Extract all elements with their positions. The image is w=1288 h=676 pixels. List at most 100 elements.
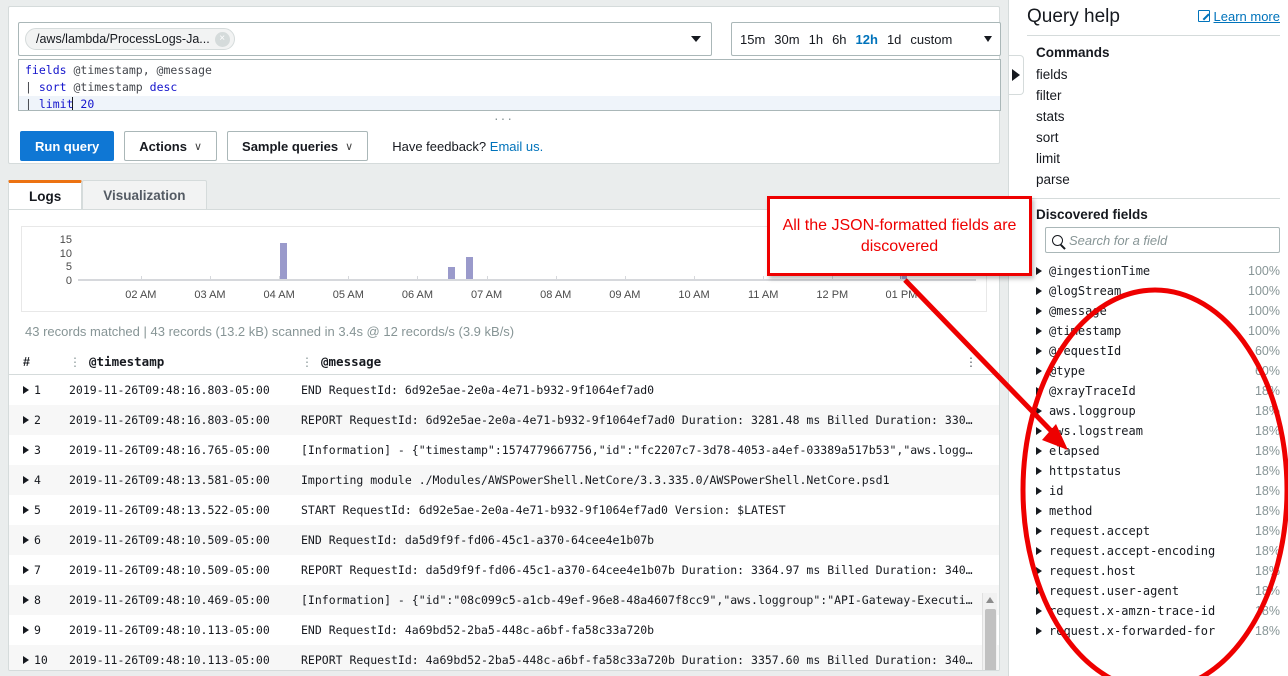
discovered-field-item[interactable]: elapsed18% [1009,441,1288,461]
learn-more-link[interactable]: Learn more [1198,9,1280,24]
expand-row-icon[interactable] [23,566,29,574]
log-group-token[interactable]: /aws/lambda/ProcessLogs-Ja... × [25,28,235,50]
query-editor[interactable]: fields @timestamp, @message | sort @time… [18,59,1001,111]
row-index-cell[interactable]: 4 [23,473,69,487]
column-header-message[interactable]: ⋮ @message ⋮ [301,354,999,369]
row-index-cell[interactable]: 9 [23,623,69,637]
discovered-field-item[interactable]: @timestamp100% [1009,321,1288,341]
expand-field-icon[interactable] [1036,507,1042,515]
expand-field-icon[interactable] [1036,307,1042,315]
table-row[interactable]: 22019-11-26T09:48:16.803-05:00REPORT Req… [9,405,999,435]
row-index-cell[interactable]: 5 [23,503,69,517]
actions-button[interactable]: Actions ∨ [124,131,217,161]
command-sort[interactable]: sort [1009,127,1288,148]
expand-field-icon[interactable] [1036,527,1042,535]
expand-field-icon[interactable] [1036,387,1042,395]
expand-field-icon[interactable] [1036,427,1042,435]
expand-field-icon[interactable] [1036,627,1042,635]
discovered-field-item[interactable]: @message100% [1009,301,1288,321]
discovered-field-item[interactable]: request.host18% [1009,561,1288,581]
row-index-cell[interactable]: 8 [23,593,69,607]
table-options-icon[interactable]: ⋮ [965,355,977,369]
expand-row-icon[interactable] [23,596,29,604]
discovered-field-item[interactable]: id18% [1009,481,1288,501]
expand-field-icon[interactable] [1036,607,1042,615]
discovered-field-item[interactable]: method18% [1009,501,1288,521]
time-range-selector[interactable]: 15m 30m 1h 6h 12h 1d custom [731,22,1001,56]
chevron-down-icon[interactable] [984,36,992,42]
time-range-12h[interactable]: 12h [856,32,878,47]
sidebar-collapse-toggle[interactable] [1008,55,1024,95]
table-row[interactable]: 92019-11-26T09:48:10.113-05:00END Reques… [9,615,999,645]
row-index-cell[interactable]: 1 [23,383,69,397]
discovered-field-item[interactable]: aws.loggroup18% [1009,401,1288,421]
expand-row-icon[interactable] [23,656,29,664]
discovered-field-item[interactable]: @logStream100% [1009,281,1288,301]
column-header-timestamp[interactable]: ⋮ @timestamp [69,354,301,369]
table-row[interactable]: 82019-11-26T09:48:10.469-05:00[Informati… [9,585,999,615]
expand-field-icon[interactable] [1036,327,1042,335]
table-row[interactable]: 102019-11-26T09:48:10.113-05:00REPORT Re… [9,645,999,671]
email-us-link[interactable]: Email us. [490,139,543,154]
close-icon[interactable]: × [215,32,230,47]
discovered-field-item[interactable]: @requestId60% [1009,341,1288,361]
discovered-field-item[interactable]: @type60% [1009,361,1288,381]
time-range-custom[interactable]: custom [910,32,952,47]
command-fields[interactable]: fields [1009,64,1288,85]
command-limit[interactable]: limit [1009,148,1288,169]
run-query-button[interactable]: Run query [20,131,114,161]
histogram-bar[interactable] [466,257,473,281]
row-index-cell[interactable]: 6 [23,533,69,547]
expand-row-icon[interactable] [23,626,29,634]
chevron-down-icon[interactable] [691,36,701,42]
table-row[interactable]: 72019-11-26T09:48:10.509-05:00REPORT Req… [9,555,999,585]
row-index-cell[interactable]: 7 [23,563,69,577]
expand-field-icon[interactable] [1036,547,1042,555]
scroll-up-arrow-icon[interactable] [986,597,994,603]
table-row[interactable]: 12019-11-26T09:48:16.803-05:00END Reques… [9,375,999,405]
expand-field-icon[interactable] [1036,267,1042,275]
time-range-30m[interactable]: 30m [774,32,799,47]
row-index-cell[interactable]: 3 [23,443,69,457]
tab-visualization[interactable]: Visualization [82,180,206,210]
column-grip-icon[interactable]: ⋮ [301,355,313,369]
time-range-1d[interactable]: 1d [887,32,901,47]
table-row[interactable]: 32019-11-26T09:48:16.765-05:00[Informati… [9,435,999,465]
row-index-cell[interactable]: 10 [23,653,69,667]
table-row[interactable]: 52019-11-26T09:48:13.522-05:00START Requ… [9,495,999,525]
log-group-select[interactable]: /aws/lambda/ProcessLogs-Ja... × [18,22,712,56]
field-search-input[interactable]: Search for a field [1045,227,1280,253]
discovered-field-item[interactable]: @ingestionTime100% [1009,261,1288,281]
column-grip-icon[interactable]: ⋮ [69,355,81,369]
histogram-bar[interactable] [900,240,907,281]
results-histogram[interactable]: 051015 02 AM03 AM04 AM05 AM06 AM07 AM08 … [21,226,987,312]
sample-queries-button[interactable]: Sample queries ∨ [227,131,368,161]
command-filter[interactable]: filter [1009,85,1288,106]
expand-field-icon[interactable] [1036,447,1042,455]
editor-resize-handle[interactable]: ··· [9,113,999,127]
time-range-1h[interactable]: 1h [809,32,823,47]
discovered-field-item[interactable]: request.accept-encoding18% [1009,541,1288,561]
expand-field-icon[interactable] [1036,347,1042,355]
table-row[interactable]: 62019-11-26T09:48:10.509-05:00END Reques… [9,525,999,555]
discovered-field-item[interactable]: httpstatus18% [1009,461,1288,481]
expand-field-icon[interactable] [1036,587,1042,595]
expand-field-icon[interactable] [1036,487,1042,495]
expand-row-icon[interactable] [23,416,29,424]
discovered-field-item[interactable]: @xrayTraceId18% [1009,381,1288,401]
discovered-field-item[interactable]: request.accept18% [1009,521,1288,541]
expand-field-icon[interactable] [1036,367,1042,375]
results-scrollbar[interactable] [982,593,997,671]
expand-row-icon[interactable] [23,476,29,484]
histogram-bar[interactable] [280,243,287,281]
expand-field-icon[interactable] [1036,407,1042,415]
command-parse[interactable]: parse [1009,169,1288,190]
discovered-field-item[interactable]: request.user-agent18% [1009,581,1288,601]
tab-logs[interactable]: Logs [8,180,82,210]
discovered-field-item[interactable]: request.x-forwarded-for18% [1009,621,1288,641]
expand-row-icon[interactable] [23,446,29,454]
expand-row-icon[interactable] [23,386,29,394]
discovered-field-item[interactable]: request.x-amzn-trace-id18% [1009,601,1288,621]
command-stats[interactable]: stats [1009,106,1288,127]
time-range-15m[interactable]: 15m [740,32,765,47]
